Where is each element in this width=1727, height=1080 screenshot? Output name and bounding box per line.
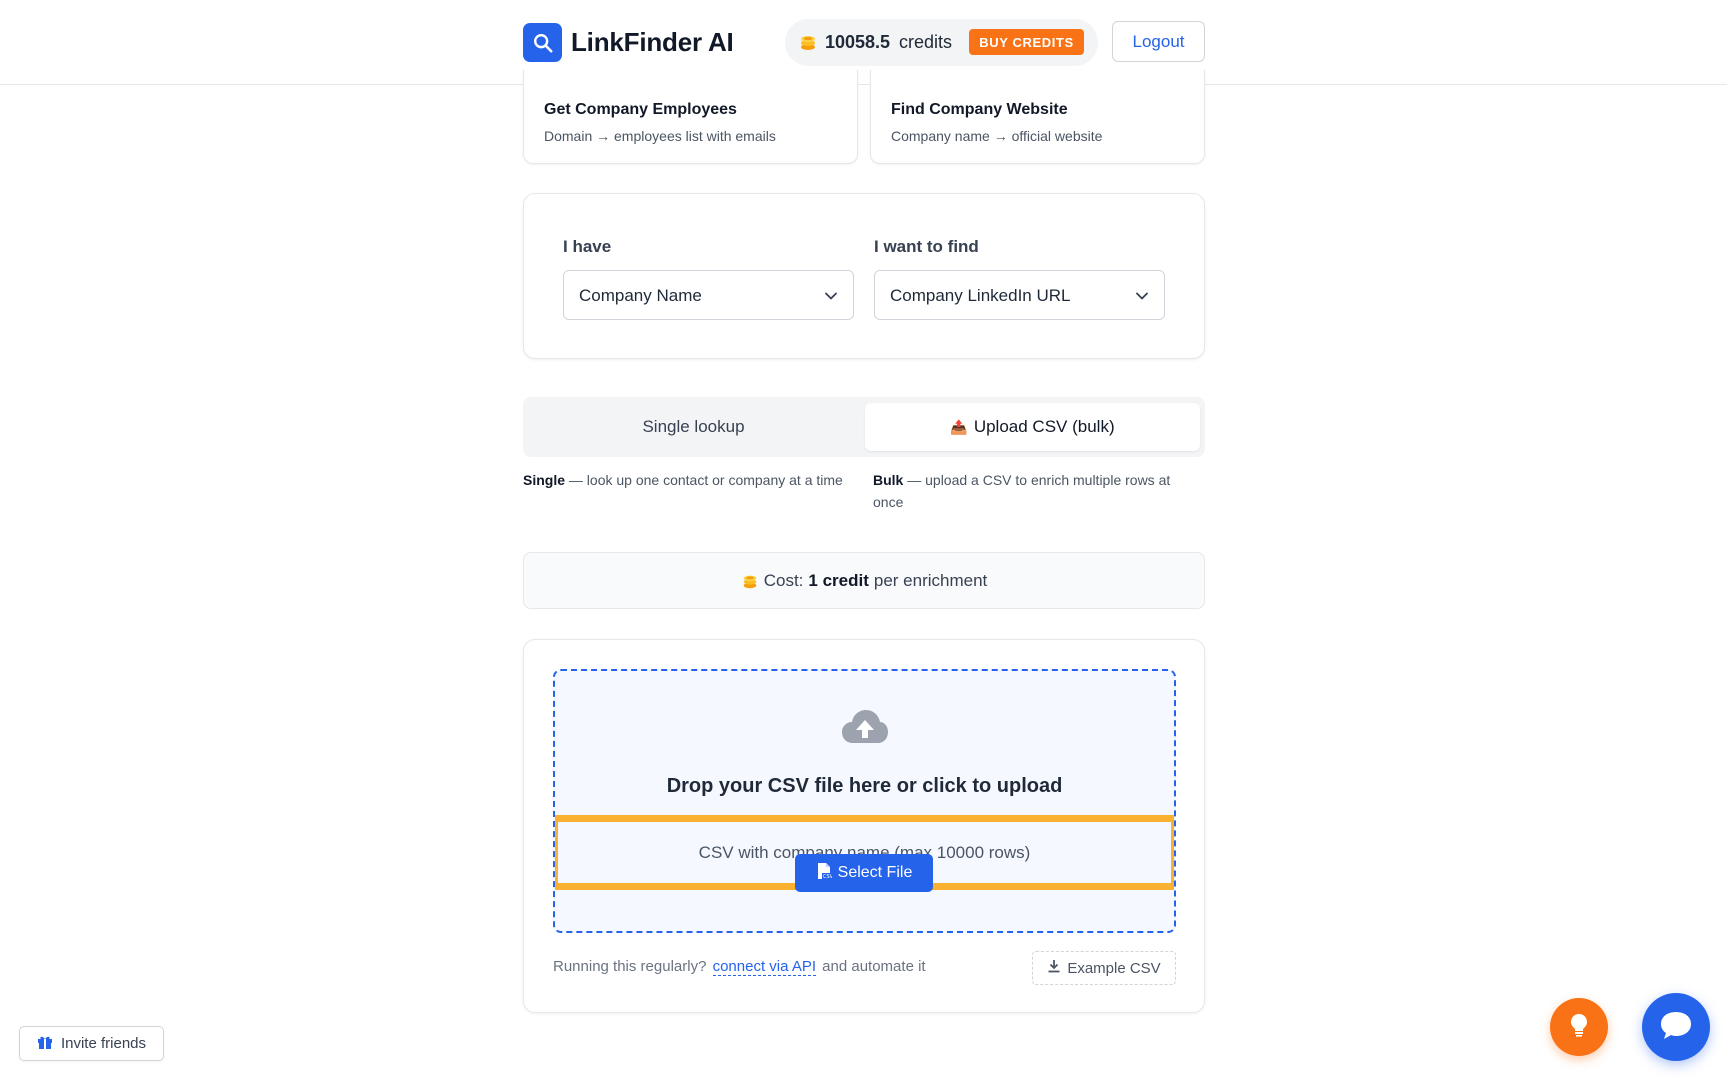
single-description-text: — look up one contact or company at a ti…: [565, 472, 843, 488]
buy-credits-button[interactable]: BUY CREDITS: [969, 29, 1084, 55]
cost-banner: Cost: 1 credit per enrichment: [523, 552, 1205, 609]
logout-button[interactable]: Logout: [1112, 21, 1205, 62]
tool-description: Domain → employees list with emails: [544, 128, 776, 144]
single-description: Single — look up one contact or company …: [523, 469, 853, 491]
mode-tabs: Single lookup 📤 Upload CSV (bulk): [523, 397, 1205, 457]
chevron-down-icon: [824, 289, 838, 308]
api-note-prefix: Running this regularly?: [553, 958, 707, 975]
select-file-label: Select File: [837, 864, 913, 881]
tab-single-lookup[interactable]: Single lookup: [523, 397, 864, 457]
dropzone-title: Drop your CSV file here or click to uplo…: [666, 775, 1063, 797]
credits-label: credits: [899, 32, 953, 52]
find-label: I want to find: [874, 237, 979, 256]
credits-pill: 10058.5 credits BUY CREDITS: [785, 19, 1098, 66]
invite-friends-button[interactable]: Invite friends: [19, 1026, 164, 1061]
have-select-value: Company Name: [579, 286, 702, 305]
tool-title: Find Company Website: [891, 101, 1068, 118]
tool-description: Company name → official website: [891, 128, 1103, 144]
bulk-description: Bulk — upload a CSV to enrich multiple r…: [873, 469, 1203, 513]
download-icon: [1047, 959, 1061, 977]
bulk-description-text: — upload a CSV to enrich multiple rows a…: [873, 472, 1171, 510]
bulk-description-bold: Bulk: [873, 472, 904, 488]
search-icon[interactable]: [523, 23, 562, 62]
find-select[interactable]: Company LinkedIn URL: [874, 270, 1165, 320]
single-description-bold: Single: [523, 472, 566, 488]
upload-card: Drop your CSV file here or click to uplo…: [523, 639, 1205, 1013]
cost-amount: 1 credit: [808, 570, 869, 590]
tab-upload-csv-label: Upload CSV (bulk): [973, 417, 1115, 436]
api-note: Running this regularly? connect via API …: [553, 958, 926, 976]
lightbulb-icon: [1569, 1013, 1589, 1042]
tool-title: Get Company Employees: [544, 101, 737, 118]
find-select-value: Company LinkedIn URL: [890, 286, 1071, 305]
chevron-down-icon: [1135, 289, 1149, 308]
have-select[interactable]: Company Name: [563, 270, 854, 320]
gift-icon: [37, 1034, 53, 1054]
cost-suffix: per enrichment: [873, 570, 988, 590]
lightbulb-button[interactable]: [1550, 998, 1608, 1056]
example-csv-button[interactable]: Example CSV: [1032, 951, 1176, 985]
cost-prefix: Cost:: [763, 570, 804, 590]
tab-upload-csv[interactable]: 📤 Upload CSV (bulk): [865, 403, 1200, 451]
tool-card-company-website[interactable]: Find Company Website Company name → offi…: [870, 70, 1205, 164]
top-header: LinkFinder AI 10058.5 credits BUY CREDIT…: [0, 0, 1727, 85]
connect-api-link[interactable]: connect via API: [712, 958, 816, 976]
coin-stack-icon: [798, 32, 818, 57]
chat-bubble-icon: [1659, 1010, 1693, 1045]
lookup-selector-card: I have Company Name I want to find Compa…: [523, 193, 1205, 359]
select-file-button[interactable]: CSV Select File: [795, 854, 933, 892]
outbox-tray-icon: 📤: [950, 418, 968, 435]
invite-friends-label: Invite friends: [60, 1035, 147, 1052]
tool-card-company-employees[interactable]: Get Company Employees Domain → employees…: [523, 70, 858, 164]
csv-dropzone[interactable]: Drop your CSV file here or click to uplo…: [553, 669, 1176, 933]
app-name[interactable]: LinkFinder AI: [571, 27, 734, 58]
chat-button[interactable]: [1642, 993, 1710, 1061]
have-label: I have: [563, 237, 612, 256]
cloud-upload-icon: [841, 709, 889, 750]
api-note-suffix: and automate it: [822, 958, 926, 975]
example-csv-label: Example CSV: [1067, 959, 1161, 977]
svg-text:CSV: CSV: [823, 874, 832, 880]
credits-amount: 10058.5: [825, 32, 891, 52]
coin-stack-icon: [741, 572, 759, 590]
csv-file-icon: CSV: [816, 862, 833, 885]
